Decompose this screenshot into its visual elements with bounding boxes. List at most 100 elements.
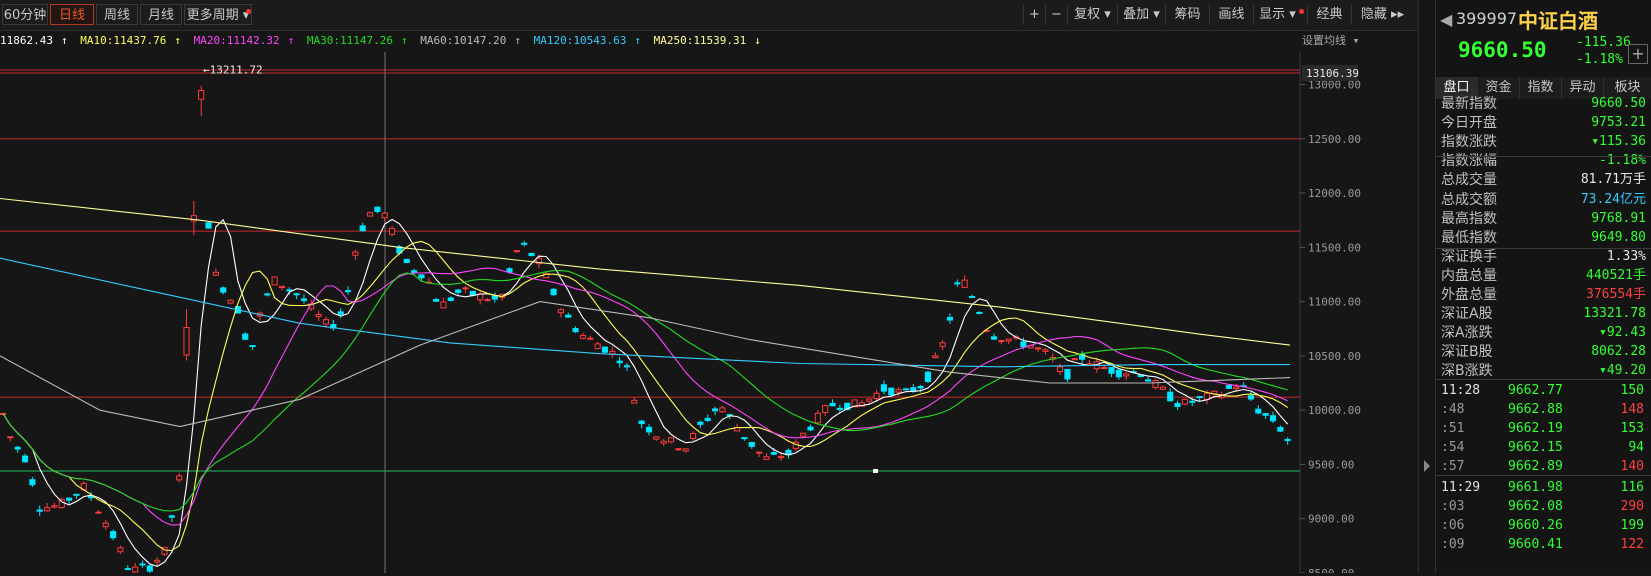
candle-body bbox=[374, 206, 381, 212]
candle-body bbox=[14, 446, 21, 450]
stat-label: 深证B股 bbox=[1441, 344, 1493, 361]
candle-body bbox=[198, 90, 205, 100]
notification-dot bbox=[1299, 9, 1304, 14]
candle-body bbox=[73, 493, 80, 496]
candle-body bbox=[271, 276, 278, 286]
candle-body bbox=[711, 408, 719, 412]
candle-body bbox=[300, 298, 308, 302]
chips-button[interactable]: 筹码 bbox=[1165, 4, 1209, 25]
stat-row: 总成交量 81.71万手 bbox=[1436, 170, 1651, 190]
stat-value: 73.24亿元 bbox=[1580, 191, 1646, 207]
classic-button[interactable]: 经典 bbox=[1307, 4, 1351, 25]
candle-body bbox=[902, 388, 910, 391]
hide-button[interactable]: 隐藏 ▸▸ bbox=[1351, 4, 1413, 25]
candle-body bbox=[719, 407, 726, 413]
zoom-out-button[interactable]: − bbox=[1045, 4, 1067, 25]
candle-body bbox=[1042, 349, 1049, 352]
stat-label: 最低指数 bbox=[1441, 229, 1497, 246]
stat-label: 今日开盘 bbox=[1441, 115, 1497, 132]
tick-time: 11:29 bbox=[1441, 480, 1481, 495]
candle-body bbox=[176, 475, 183, 481]
candle-body bbox=[924, 371, 932, 382]
candle-body bbox=[756, 451, 763, 454]
quote-panel: ◀ 399997 中证白酒 9660.50 -115.36 -1.18% + 盘… bbox=[1435, 0, 1651, 573]
candle-body bbox=[1233, 386, 1240, 390]
tab-weekly[interactable]: 周线 bbox=[96, 4, 138, 25]
top-price-label: 13106.39 bbox=[1306, 67, 1359, 80]
tick-row: 11:28 9662.77 150 bbox=[1436, 381, 1651, 401]
tick-row: :48 9662.88 148 bbox=[1436, 400, 1651, 420]
kline-chart-area[interactable]: 13000.00 12500.00 12000.00 11500.00 11000.00… bbox=[0, 52, 1418, 576]
candle-body bbox=[124, 568, 131, 571]
stat-value: 9660.50 bbox=[1591, 96, 1646, 111]
candle-body bbox=[1145, 379, 1152, 382]
stat-value: -1.18% bbox=[1599, 153, 1646, 169]
up-arrow-icon: ↑ bbox=[634, 34, 641, 47]
ma-settings-button[interactable]: 设置均线 ▾ bbox=[1302, 30, 1359, 52]
ma60-value: MA60:10147.20 bbox=[420, 34, 507, 47]
stat-label: 内盘总量 bbox=[1441, 267, 1497, 284]
candle-body bbox=[623, 365, 631, 368]
tab-monthly[interactable]: 月线 bbox=[140, 4, 182, 25]
candle-body bbox=[961, 279, 968, 288]
tab-more-periods[interactable]: 更多周期 ▾ bbox=[184, 4, 252, 25]
candle-body bbox=[800, 432, 807, 437]
tick-row: :54 9662.15 94 bbox=[1436, 438, 1651, 458]
draw-line-button[interactable]: 画线 bbox=[1209, 4, 1253, 25]
candle-body bbox=[565, 314, 572, 318]
candle-body bbox=[741, 437, 748, 440]
candle-body bbox=[638, 420, 645, 425]
tab-60min[interactable]: 60分钟 bbox=[2, 4, 48, 25]
candle-body bbox=[557, 309, 564, 314]
candle-body bbox=[264, 293, 271, 296]
ma120-value: MA120:10543.63 bbox=[533, 34, 627, 47]
stat-row: 内盘总量 440521手 bbox=[1436, 266, 1651, 286]
candle-body bbox=[1189, 400, 1196, 403]
candle-body bbox=[704, 417, 711, 422]
candle-body bbox=[579, 335, 587, 339]
panel-collapse-handle[interactable] bbox=[1418, 0, 1436, 573]
stat-row: 最新指数 9660.50 bbox=[1436, 94, 1651, 114]
stat-label: 深A涨跌 bbox=[1441, 325, 1493, 342]
candle-body bbox=[807, 426, 814, 431]
current-price: 9660.50 bbox=[1458, 38, 1547, 62]
zoom-in-button[interactable]: + bbox=[1023, 4, 1045, 25]
stat-row: 最高指数 9768.91 bbox=[1436, 209, 1651, 229]
candle-body bbox=[249, 345, 256, 348]
candle-body bbox=[146, 565, 153, 572]
tick-price: 9660.26 bbox=[1508, 518, 1563, 533]
candle-body bbox=[1115, 369, 1122, 378]
stat-value: 1.33% bbox=[1606, 248, 1646, 264]
candle-body bbox=[675, 448, 682, 451]
candle-body bbox=[939, 342, 946, 347]
candle-body bbox=[1277, 427, 1284, 432]
stat-label: 深证换手 bbox=[1441, 248, 1497, 265]
adjust-button[interactable]: 复权 ▾ bbox=[1067, 4, 1117, 25]
candle-body bbox=[110, 531, 117, 539]
tick-volume: 140 bbox=[1620, 459, 1644, 474]
up-arrow-icon: ↑ bbox=[174, 34, 181, 47]
kline-chart[interactable]: 13000.0012500.0012000.0011500.0011000.00… bbox=[0, 52, 1418, 576]
candle-body bbox=[183, 327, 190, 356]
tick-time: :09 bbox=[1441, 537, 1465, 552]
overlay-button[interactable]: 叠加 ▾ bbox=[1117, 4, 1165, 25]
candle-body bbox=[990, 336, 998, 340]
candle-body bbox=[132, 566, 139, 573]
tick-price: 9661.98 bbox=[1508, 480, 1563, 495]
candle-body bbox=[521, 242, 528, 245]
candle-body bbox=[895, 389, 902, 393]
stat-row: 外盘总量 376554手 bbox=[1436, 285, 1651, 305]
tick-price: 9662.15 bbox=[1508, 440, 1563, 455]
add-to-watchlist-button[interactable]: + bbox=[1628, 44, 1648, 64]
candle-body bbox=[917, 386, 924, 389]
stat-label: 最新指数 bbox=[1441, 96, 1497, 112]
stat-label: 总成交额 bbox=[1441, 191, 1497, 208]
tab-daily[interactable]: 日线 bbox=[50, 4, 94, 25]
prev-stock-arrow-icon[interactable]: ◀ bbox=[1440, 10, 1452, 29]
candle-body bbox=[954, 282, 961, 285]
stat-row: 深A涨跌 ▾92.43 bbox=[1436, 323, 1651, 343]
display-button[interactable]: 显示 ▾ bbox=[1253, 4, 1301, 25]
candle-body bbox=[65, 497, 73, 501]
candle-body bbox=[51, 505, 58, 508]
candle-body bbox=[682, 448, 689, 452]
